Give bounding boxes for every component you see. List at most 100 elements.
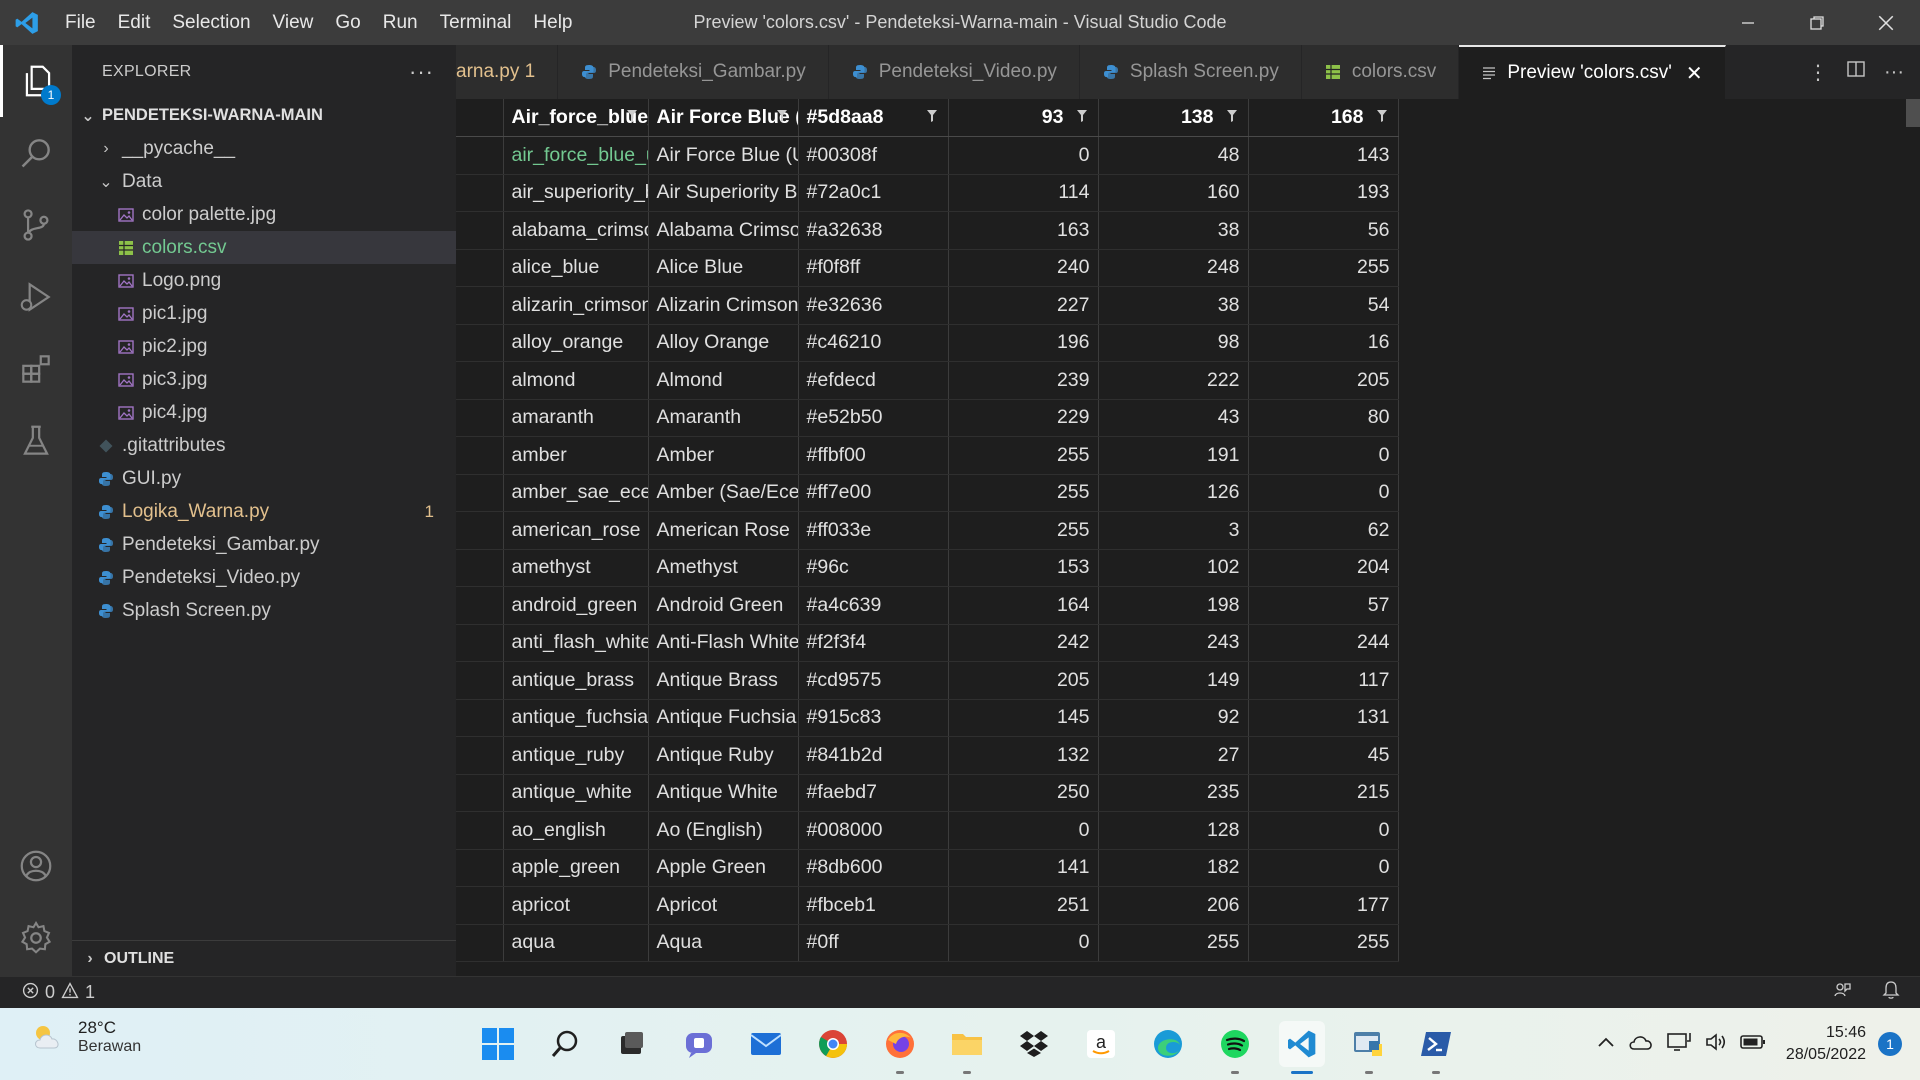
table-cell[interactable]: 126 <box>1098 474 1249 512</box>
table-cell[interactable]: 117 <box>1248 661 1399 700</box>
table-cell[interactable]: 251 <box>948 886 1099 925</box>
table-cell[interactable]: almond <box>503 361 649 400</box>
table-cell[interactable]: 0 <box>1248 474 1399 512</box>
editor-tab[interactable]: Pendeteksi_Gambar.py <box>558 45 829 99</box>
table-cell[interactable]: 57 <box>1248 586 1399 625</box>
table-cell[interactable]: 48 <box>1098 136 1249 175</box>
table-cell[interactable]: Air Superiority B <box>648 174 799 212</box>
powershell-app-button[interactable] <box>1413 1021 1459 1074</box>
menu-terminal[interactable]: Terminal <box>429 0 523 45</box>
table-cell[interactable]: #a32638 <box>798 211 949 250</box>
table-row[interactable]: antique_ruby Antique Ruby #841b2d 132 27 45 <box>456 736 1399 775</box>
mail-app-button[interactable] <box>743 1021 789 1067</box>
minimize-button[interactable] <box>1713 0 1782 45</box>
table-cell[interactable]: Amber (Sae/Ece) <box>648 474 799 512</box>
table-cell[interactable]: #8db600 <box>798 849 949 887</box>
table-cell[interactable]: 227 <box>948 286 1099 325</box>
table-cell[interactable]: #ff7e00 <box>798 474 949 512</box>
table-cell[interactable]: 177 <box>1248 886 1399 925</box>
table-cell[interactable]: 243 <box>1098 624 1249 662</box>
start-button[interactable] <box>475 1021 521 1067</box>
more-actions-icon[interactable]: ··· <box>1884 61 1904 84</box>
split-editor-icon[interactable] <box>1846 59 1866 85</box>
explorer-activity-button[interactable]: 1 <box>0 45 72 117</box>
table-cell[interactable]: Amethyst <box>648 549 799 587</box>
table-cell[interactable]: Aqua <box>648 924 799 962</box>
table-cell[interactable]: 255 <box>1248 249 1399 287</box>
table-cell[interactable]: Alloy Orange <box>648 324 799 362</box>
table-cell[interactable]: 193 <box>1248 174 1399 212</box>
table-cell[interactable]: #841b2d <box>798 736 949 775</box>
table-row[interactable]: apple_green Apple Green #8db600 141 182 0 <box>456 849 1399 887</box>
table-cell[interactable]: 215 <box>1248 774 1399 812</box>
table-cell[interactable]: 56 <box>1248 211 1399 250</box>
edge-app-button[interactable] <box>1145 1021 1191 1067</box>
table-cell[interactable]: alloy_orange <box>503 324 649 362</box>
editor-tab[interactable]: arna.py 1 <box>456 45 559 99</box>
table-cell[interactable]: #e52b50 <box>798 399 949 437</box>
table-cell[interactable]: Ao (English) <box>648 811 799 850</box>
column-header[interactable]: 138 <box>1098 99 1249 137</box>
volume-icon[interactable] <box>1704 1031 1728 1058</box>
table-cell[interactable]: 132 <box>948 736 1099 775</box>
menu-run[interactable]: Run <box>372 0 429 45</box>
table-cell[interactable]: #faebd7 <box>798 774 949 812</box>
table-cell[interactable]: 128 <box>1098 811 1249 850</box>
table-row[interactable]: antique_fuchsia Antique Fuchsia #915c83 145… <box>456 699 1399 737</box>
chevron-up-icon[interactable] <box>1596 1035 1616 1054</box>
menu-file[interactable]: File <box>54 0 107 45</box>
table-cell[interactable]: 255 <box>948 511 1099 550</box>
close-tab-icon[interactable]: ✕ <box>1686 61 1703 86</box>
table-cell[interactable]: 0 <box>948 811 1099 850</box>
python-idle-app-button[interactable] <box>1346 1021 1392 1074</box>
tree-item[interactable]: colors.csv <box>72 231 456 264</box>
table-cell[interactable]: 242 <box>948 624 1099 662</box>
outline-section[interactable]: › OUTLINE <box>72 940 456 976</box>
table-cell[interactable]: 3 <box>1098 511 1249 550</box>
table-row[interactable]: antique_brass Antique Brass #cd9575 205 149 1… <box>456 661 1399 700</box>
table-cell[interactable]: #efdecd <box>798 361 949 400</box>
menu-selection[interactable]: Selection <box>161 0 261 45</box>
table-cell[interactable]: Antique Ruby <box>648 736 799 775</box>
tree-item[interactable]: › __pycache__ <box>72 132 456 165</box>
column-header[interactable]: #5d8aa8 <box>798 99 949 137</box>
problems-indicator[interactable]: 0 1 <box>0 981 95 1004</box>
table-cell[interactable]: #cd9575 <box>798 661 949 700</box>
table-cell[interactable]: Alabama Crimso <box>648 211 799 250</box>
table-cell[interactable]: #00308f <box>798 136 949 175</box>
table-row[interactable]: almond Almond #efdecd 239 222 205 <box>456 361 1399 400</box>
table-cell[interactable]: #008000 <box>798 811 949 850</box>
table-cell[interactable]: #0ff <box>798 924 949 962</box>
table-cell[interactable]: 92 <box>1098 699 1249 737</box>
table-cell[interactable]: 38 <box>1098 286 1249 325</box>
testing-activity-button[interactable] <box>0 405 72 477</box>
tree-item[interactable]: Logika_Warna.py 1 <box>72 495 456 528</box>
tree-item[interactable]: color palette.jpg <box>72 198 456 231</box>
table-cell[interactable]: 54 <box>1248 286 1399 325</box>
tree-item[interactable]: ⌄ Data <box>72 165 456 198</box>
table-cell[interactable]: alice_blue <box>503 249 649 287</box>
table-cell[interactable]: antique_white <box>503 774 649 812</box>
table-cell[interactable]: 160 <box>1098 174 1249 212</box>
table-cell[interactable]: #e32636 <box>798 286 949 325</box>
table-cell[interactable]: 0 <box>1248 436 1399 475</box>
task-view-button[interactable] <box>609 1021 655 1067</box>
table-row[interactable]: antique_white Antique White #faebd7 250 235 2… <box>456 774 1399 812</box>
table-row[interactable]: air_force_blue_u Air Force Blue (U #00308f… <box>456 136 1399 175</box>
table-cell[interactable]: 153 <box>948 549 1099 587</box>
table-cell[interactable]: amber <box>503 436 649 475</box>
table-cell[interactable]: aqua <box>503 924 649 962</box>
table-cell[interactable]: 27 <box>1098 736 1249 775</box>
table-cell[interactable]: #f0f8ff <box>798 249 949 287</box>
table-cell[interactable]: Alice Blue <box>648 249 799 287</box>
table-cell[interactable]: Air Force Blue (U <box>648 136 799 175</box>
table-cell[interactable]: 255 <box>1248 924 1399 962</box>
tree-item[interactable]: pic3.jpg <box>72 363 456 396</box>
network-icon[interactable] <box>1666 1031 1692 1058</box>
table-cell[interactable]: 204 <box>1248 549 1399 587</box>
table-cell[interactable]: Amber <box>648 436 799 475</box>
table-cell[interactable]: 229 <box>948 399 1099 437</box>
menu-go[interactable]: Go <box>324 0 371 45</box>
table-cell[interactable]: 98 <box>1098 324 1249 362</box>
table-cell[interactable]: 143 <box>1248 136 1399 175</box>
